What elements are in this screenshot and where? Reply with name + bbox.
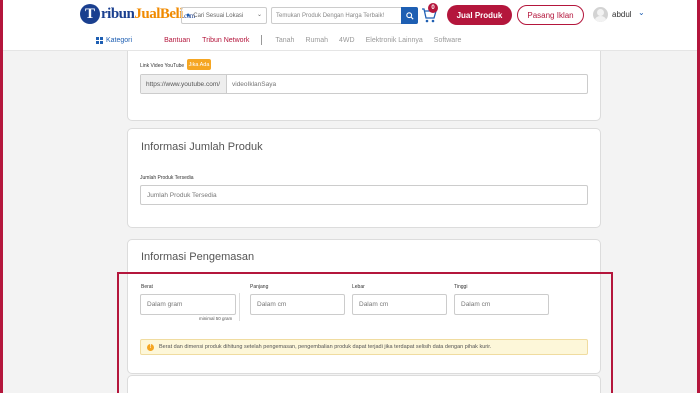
avatar[interactable]	[593, 7, 608, 22]
search-bar[interactable]: Temukan Produk Dengan Harga Terbaik!	[271, 7, 418, 24]
search-button[interactable]	[401, 7, 418, 24]
search-input[interactable]: Temukan Produk Dengan Harga Terbaik!	[276, 13, 384, 19]
location-select[interactable]: ● Cari Sesuai Lokasi ⌄	[181, 7, 267, 24]
nav-divider	[261, 35, 263, 45]
logo-mark: T	[80, 4, 100, 24]
video-label: Link Video YouTube	[140, 63, 185, 69]
pengemasan-section-title: Informasi Pengemasan	[141, 251, 255, 263]
youtube-url-input[interactable]	[227, 75, 587, 93]
grid-icon	[96, 36, 103, 44]
nav-link-software[interactable]: Software	[434, 37, 462, 44]
username[interactable]: abdul	[612, 10, 632, 19]
jual-produk-button[interactable]: Jual Produk	[447, 5, 512, 25]
jumlah-section-title: Informasi Jumlah Produk	[141, 141, 263, 153]
site-logo[interactable]: T ribunJualBeli.com	[80, 3, 195, 25]
youtube-url-group: https://www.youtube.com/	[140, 74, 588, 94]
optional-badge: Jika Ada	[187, 59, 211, 70]
chevron-down-icon[interactable]: ⌄	[638, 8, 645, 17]
cart-count-badge: 0	[428, 3, 438, 13]
frame-border-left	[0, 0, 3, 393]
nav-link-elektronik-lainnya[interactable]: Elektronik Lainnya	[366, 37, 423, 44]
nav-link-bantuan[interactable]: Bantuan	[164, 37, 190, 44]
youtube-url-prefix: https://www.youtube.com/	[141, 75, 227, 93]
pasang-iklan-button[interactable]: Pasang Iklan	[517, 5, 584, 25]
chevron-down-icon: ⌄	[256, 12, 262, 18]
nav-link-tanah[interactable]: Tanah	[275, 37, 294, 44]
nav-link-rumah[interactable]: Rumah	[305, 37, 328, 44]
category-nav: Kategori Bantuan Tribun Network Tanah Ru…	[96, 34, 461, 46]
search-icon	[405, 11, 414, 20]
location-label: Cari Sesuai Lokasi	[193, 12, 244, 19]
nav-link-4wd[interactable]: 4WD	[339, 37, 355, 44]
nav-link-tribun-network[interactable]: Tribun Network	[202, 37, 249, 44]
jumlah-label: Jumlah Produk Tersedia	[140, 175, 194, 181]
kategori-menu[interactable]: Kategori	[96, 36, 132, 44]
pin-icon: ●	[186, 12, 191, 19]
jumlah-input[interactable]	[140, 185, 588, 205]
highlight-box	[117, 272, 613, 393]
